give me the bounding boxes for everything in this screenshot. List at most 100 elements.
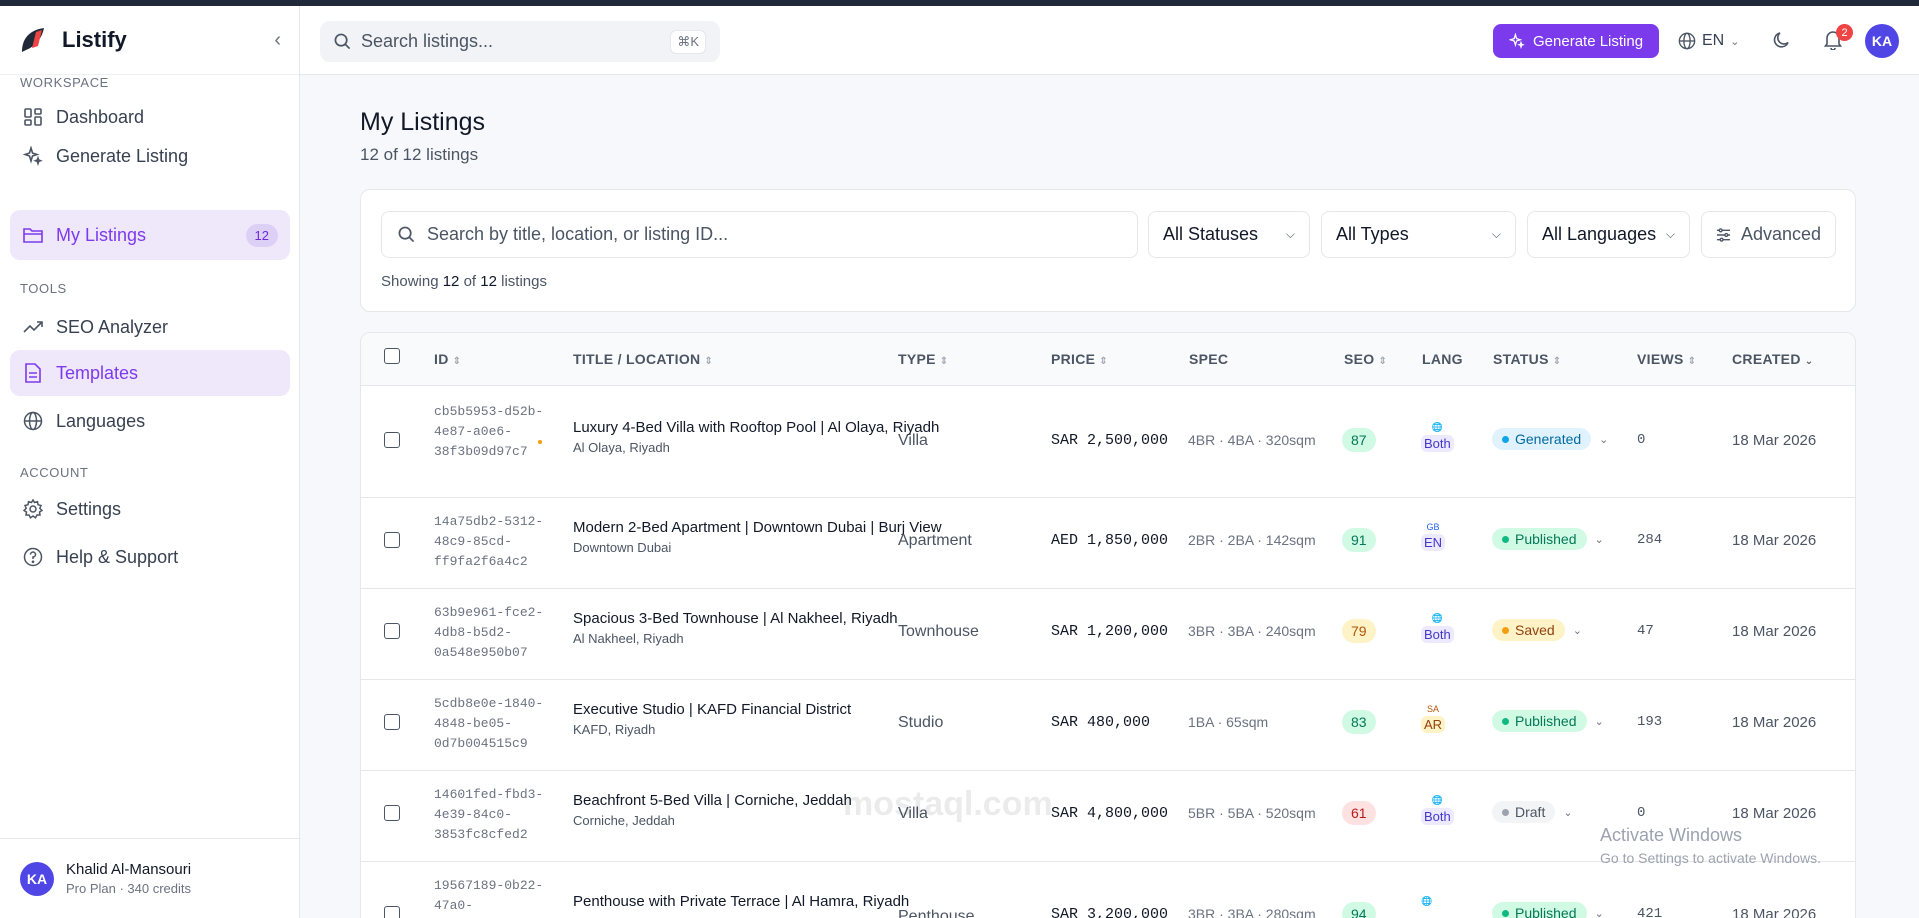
sidebar-item-label: Settings — [56, 498, 122, 519]
language-filter-dropdown[interactable]: All Languages ⌵ — [1527, 211, 1690, 258]
lang-badge: SA AR — [1421, 704, 1446, 733]
global-search[interactable]: ⌘K — [320, 21, 720, 62]
status-badge[interactable]: Published — [1492, 902, 1587, 918]
status-badge[interactable]: Published — [1492, 710, 1587, 732]
chevron-down-icon[interactable]: ⌄ — [1599, 433, 1608, 446]
chevron-down-icon[interactable]: ⌄ — [1563, 806, 1572, 819]
sidebar-item-seo-analyzer[interactable]: SEO Analyzer — [10, 303, 290, 351]
filter-card: Search by title, location, or listing ID… — [360, 189, 1856, 312]
row-checkbox[interactable] — [384, 623, 400, 639]
listing-id: 5cdb8e0e-1840-4848-be05-0d7b004515c9 — [434, 696, 544, 751]
table-row[interactable]: 63b9e961-fce2-4db8-b5d2-0a548e950b07 Spa… — [361, 589, 1855, 680]
column-header-created[interactable]: CREATED ⌄ — [1732, 351, 1813, 367]
column-header-status[interactable]: STATUS ⇕ — [1493, 351, 1561, 367]
listing-views: 0 — [1637, 805, 1646, 821]
chevron-down-icon[interactable]: ⌄ — [1573, 624, 1582, 637]
row-checkbox[interactable] — [384, 532, 400, 548]
row-checkbox[interactable] — [384, 906, 400, 918]
listing-created: 18 Mar 2026 — [1732, 714, 1817, 731]
header-avatar[interactable]: KA — [1865, 24, 1899, 58]
notifications-button[interactable]: 2 — [1823, 24, 1853, 55]
listing-location: Al Olaya, Riyadh — [573, 440, 670, 455]
advanced-filters-button[interactable]: Advanced — [1701, 211, 1836, 258]
column-header-price[interactable]: PRICE ⇕ — [1051, 351, 1108, 367]
column-header-lang: LANG — [1422, 351, 1463, 367]
listing-views: 0 — [1637, 432, 1646, 448]
watermark: mostaql.com — [843, 785, 1053, 823]
listing-id: 19567189-0b22-47a0- — [434, 878, 544, 913]
column-header-title[interactable]: TITLE / LOCATION ⇕ — [573, 351, 713, 367]
sparkles-icon — [1509, 33, 1525, 49]
table-row[interactable]: 14a75db2-5312-48c9-85cd-ff9fa2f6a4c2 Mod… — [361, 498, 1855, 589]
listing-title[interactable]: Executive Studio | KAFD Financial Distri… — [573, 701, 851, 718]
type-filter-dropdown[interactable]: All Types ⌵ — [1321, 211, 1516, 258]
global-search-input[interactable] — [361, 31, 661, 52]
chevron-down-icon: ⌵ — [1665, 227, 1675, 241]
template-icon — [22, 362, 44, 384]
sidebar-item-languages[interactable]: Languages — [10, 397, 290, 445]
dark-mode-icon[interactable] — [1772, 30, 1792, 50]
listing-title[interactable]: Beachfront 5-Bed Villa | Corniche, Jedda… — [573, 792, 852, 809]
sidebar-item-settings[interactable]: Settings — [10, 485, 290, 533]
listing-type: Villa — [898, 432, 928, 449]
row-checkbox[interactable] — [384, 432, 400, 448]
column-header-seo[interactable]: SEO ⇕ — [1344, 351, 1387, 367]
listing-location: Al Nakheel, Riyadh — [573, 631, 684, 646]
seo-score-badge: 83 — [1342, 710, 1376, 734]
status-badge[interactable]: Generated — [1492, 428, 1592, 450]
table-row[interactable]: cb5b5953-d52b-4e87-a0e6-38f3b09d97c7 Lux… — [361, 386, 1855, 498]
table-row[interactable]: 5cdb8e0e-1840-4848-be05-0d7b004515c9 Exe… — [361, 680, 1855, 771]
chevron-down-icon[interactable]: ⌄ — [1595, 533, 1604, 546]
status-badge[interactable]: Published — [1492, 528, 1587, 550]
language-selector[interactable]: EN ⌄ — [1678, 32, 1739, 50]
flag-sa-icon: SA — [1427, 704, 1440, 714]
seo-score-badge: 91 — [1342, 528, 1376, 552]
top-header: ⌘K Generate Listing EN ⌄ 2 KA — [300, 6, 1919, 75]
listing-title[interactable]: Penthouse with Private Terrace | Al Hamr… — [573, 893, 909, 910]
section-label-account: ACCOUNT — [20, 465, 89, 480]
sidebar-item-help-support[interactable]: Help & Support — [10, 533, 290, 581]
listing-price: SAR 2,500,000 — [1051, 432, 1169, 449]
column-header-type[interactable]: TYPE ⇕ — [898, 351, 948, 367]
column-header-views[interactable]: VIEWS ⇕ — [1637, 351, 1696, 367]
collapse-sidebar-icon[interactable]: ‹ — [274, 29, 281, 52]
listing-spec: 3BR · 3BA · 280sqm — [1188, 906, 1316, 918]
sliders-icon — [1716, 227, 1731, 242]
sidebar-item-label: My Listings — [56, 224, 147, 245]
chevron-down-icon[interactable]: ⌄ — [1595, 907, 1604, 918]
listing-id: cb5b5953-d52b-4e87-a0e6-38f3b09d97c7 — [434, 404, 544, 459]
unread-dot — [538, 440, 542, 444]
status-badge[interactable]: Saved — [1492, 619, 1565, 641]
sidebar-item-my-listings[interactable]: My Listings 12 — [10, 210, 290, 260]
row-checkbox[interactable] — [384, 714, 400, 730]
chevron-down-icon: ⌵ — [1491, 227, 1501, 241]
sort-icon: ⇕ — [939, 356, 949, 367]
search-icon — [334, 33, 351, 50]
listing-title[interactable]: Modern 2-Bed Apartment | Downtown Dubai … — [573, 519, 942, 536]
sidebar-item-label: Generate Listing — [56, 145, 189, 166]
sidebar-item-templates[interactable]: Templates — [10, 350, 290, 396]
chevron-down-icon[interactable]: ⌄ — [1595, 715, 1604, 728]
listing-price: AED 1,850,000 — [1051, 532, 1169, 549]
table-row[interactable]: 19567189-0b22-47a0- Penthouse with Priva… — [361, 862, 1855, 918]
row-checkbox[interactable] — [384, 805, 400, 821]
sort-icon: ⇕ — [1378, 356, 1388, 367]
globe-icon — [1678, 32, 1696, 50]
sidebar-item-generate-listing[interactable]: Generate Listing — [10, 132, 290, 180]
lang-badge: 🌐 — [1421, 896, 1432, 907]
listing-location: Downtown Dubai — [573, 540, 672, 555]
status-badge[interactable]: Draft — [1492, 801, 1556, 823]
listing-spec: 1BA · 65sqm — [1188, 714, 1269, 730]
listify-logo-icon — [22, 28, 44, 52]
select-all-checkbox[interactable] — [384, 348, 400, 364]
listing-search-input[interactable]: Search by title, location, or listing ID… — [381, 211, 1138, 258]
sidebar-item-label: Languages — [56, 410, 146, 431]
generate-listing-button[interactable]: Generate Listing — [1493, 24, 1660, 58]
user-profile[interactable]: KA Khalid Al-Mansouri Pro Plan · 340 cre… — [0, 838, 300, 918]
listing-title[interactable]: Luxury 4-Bed Villa with Rooftop Pool | A… — [573, 419, 939, 436]
listing-type: Penthouse — [898, 908, 975, 918]
status-filter-dropdown[interactable]: All Statuses ⌵ — [1148, 211, 1310, 258]
trending-icon — [22, 316, 44, 338]
listing-title[interactable]: Spacious 3-Bed Townhouse | Al Nakheel, R… — [573, 610, 898, 627]
column-header-id[interactable]: ID ⇕ — [434, 351, 461, 367]
